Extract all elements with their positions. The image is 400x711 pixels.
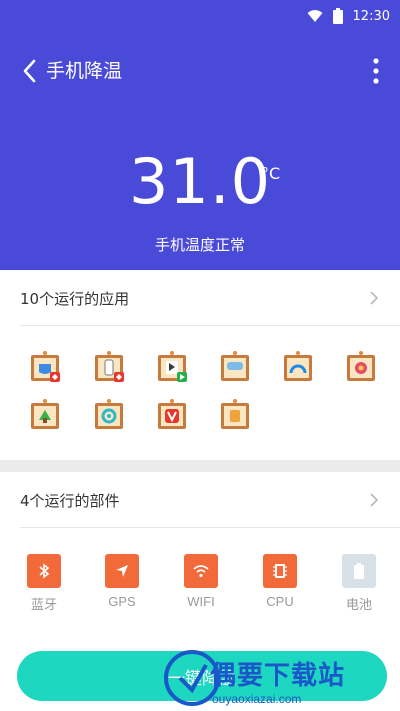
part-label: 电池 [345,597,372,612]
temperature-value: 31.0 [0,150,400,214]
section-divider [0,460,400,472]
battery-icon [342,554,376,588]
wifi-icon [184,554,218,588]
bluetooth-icon [27,554,61,588]
running-parts-label: 4个运行的部件 [20,492,120,510]
v-app-icon[interactable] [155,398,189,432]
part-label: CPU [266,594,294,609]
part-cpu[interactable]: CPU [250,554,310,609]
part-label: WIFI [187,594,215,609]
running-apps-row[interactable]: 10个运行的应用 [20,270,400,326]
bag-app-icon[interactable] [218,398,252,432]
watermark-url: ouyaoxiazai.com [212,692,302,706]
part-label: GPS [108,594,136,609]
temperature-header: 手机降温 31.0 °C 手机温度正常 [0,32,400,270]
cpu-icon [263,554,297,588]
part-label: 蓝牙 [30,597,57,612]
leaf-app-icon[interactable] [28,398,62,432]
swirl-app-icon[interactable] [92,398,126,432]
part-bluetooth[interactable]: 蓝牙 [14,554,74,613]
watermark-text: 偶要下载站 [210,661,346,691]
temperature-status: 手机温度正常 [154,236,245,254]
part-battery[interactable]: 电池 [329,554,389,613]
more-options-icon[interactable] [368,56,384,86]
page-title: 手机降温 [46,60,123,82]
temperature-unit: °C [261,164,281,183]
gps-icon [105,554,139,588]
running-parts-row[interactable]: 4个运行的部件 [20,472,400,528]
phone-app-icon[interactable] [92,350,126,384]
flower-app-icon[interactable] [344,350,378,384]
cloud-app-icon[interactable] [218,350,252,384]
back-arrow-icon[interactable] [20,58,40,84]
status-bar: 12:30 [0,0,400,32]
play-app-icon[interactable] [155,350,189,384]
running-apps-grid [0,326,400,460]
running-apps-label: 10个运行的应用 [20,290,130,308]
running-parts-grid: 蓝牙 GPS WIFI CPU 电池 [0,528,400,638]
part-gps[interactable]: GPS [92,554,152,609]
mug-app-icon[interactable] [28,350,62,384]
chevron-right-icon [370,493,379,507]
temperature-number: 31.0 [128,145,272,218]
dial-app-icon[interactable] [281,350,315,384]
status-time: 12:30 [352,8,390,24]
wifi-signal-icon [307,10,323,22]
part-wifi[interactable]: WIFI [171,554,231,609]
battery-status-icon [332,8,343,24]
chevron-right-icon [370,291,379,305]
